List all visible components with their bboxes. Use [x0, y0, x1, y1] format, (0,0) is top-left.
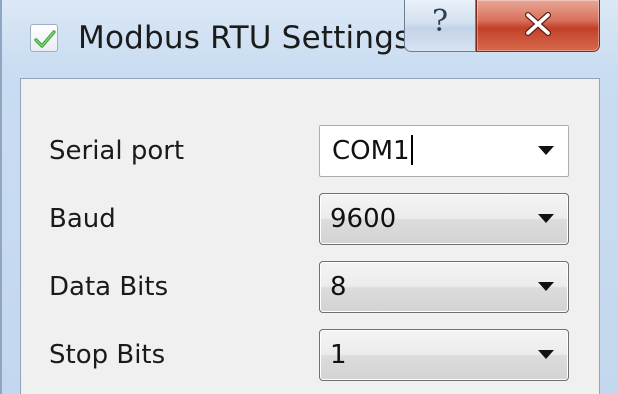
baud-combo[interactable]: 9600 [319, 193, 569, 245]
serial-port-label: Serial port [49, 136, 185, 166]
title-bar[interactable]: Modbus RTU Settings ? [0, 0, 618, 80]
chevron-down-icon[interactable] [538, 350, 554, 359]
serial-port-row: Serial port COM1 [21, 125, 601, 177]
chevron-down-icon[interactable] [538, 282, 554, 291]
help-icon: ? [431, 4, 449, 39]
window-title: Modbus RTU Settings [78, 20, 411, 56]
stop-bits-label: Stop Bits [49, 340, 166, 370]
chevron-down-icon[interactable] [538, 146, 554, 155]
chevron-down-icon[interactable] [538, 214, 554, 223]
baud-row: Baud 9600 [21, 193, 601, 245]
settings-panel: Serial port COM1 Baud 9600 Data Bits 8 S… [20, 78, 600, 394]
text-cursor [410, 134, 413, 165]
data-bits-value: 8 [330, 272, 347, 302]
data-bits-row: Data Bits 8 [21, 261, 601, 313]
baud-label: Baud [49, 204, 116, 234]
baud-value: 9600 [330, 204, 397, 234]
stop-bits-value: 1 [330, 340, 347, 370]
stop-bits-combo[interactable]: 1 [319, 329, 569, 381]
serial-port-value[interactable]: COM1 [332, 126, 413, 176]
stop-bits-row: Stop Bits 1 [21, 329, 601, 381]
close-button[interactable] [476, 0, 600, 52]
data-bits-combo[interactable]: 8 [319, 261, 569, 313]
help-button[interactable]: ? [404, 0, 476, 52]
checkmark-icon [30, 24, 58, 52]
modbus-rtu-settings-window: Modbus RTU Settings ? Serial port COM1 B… [0, 0, 618, 394]
close-icon [523, 12, 553, 40]
serial-port-combo[interactable]: COM1 [319, 125, 569, 177]
data-bits-label: Data Bits [49, 272, 169, 302]
